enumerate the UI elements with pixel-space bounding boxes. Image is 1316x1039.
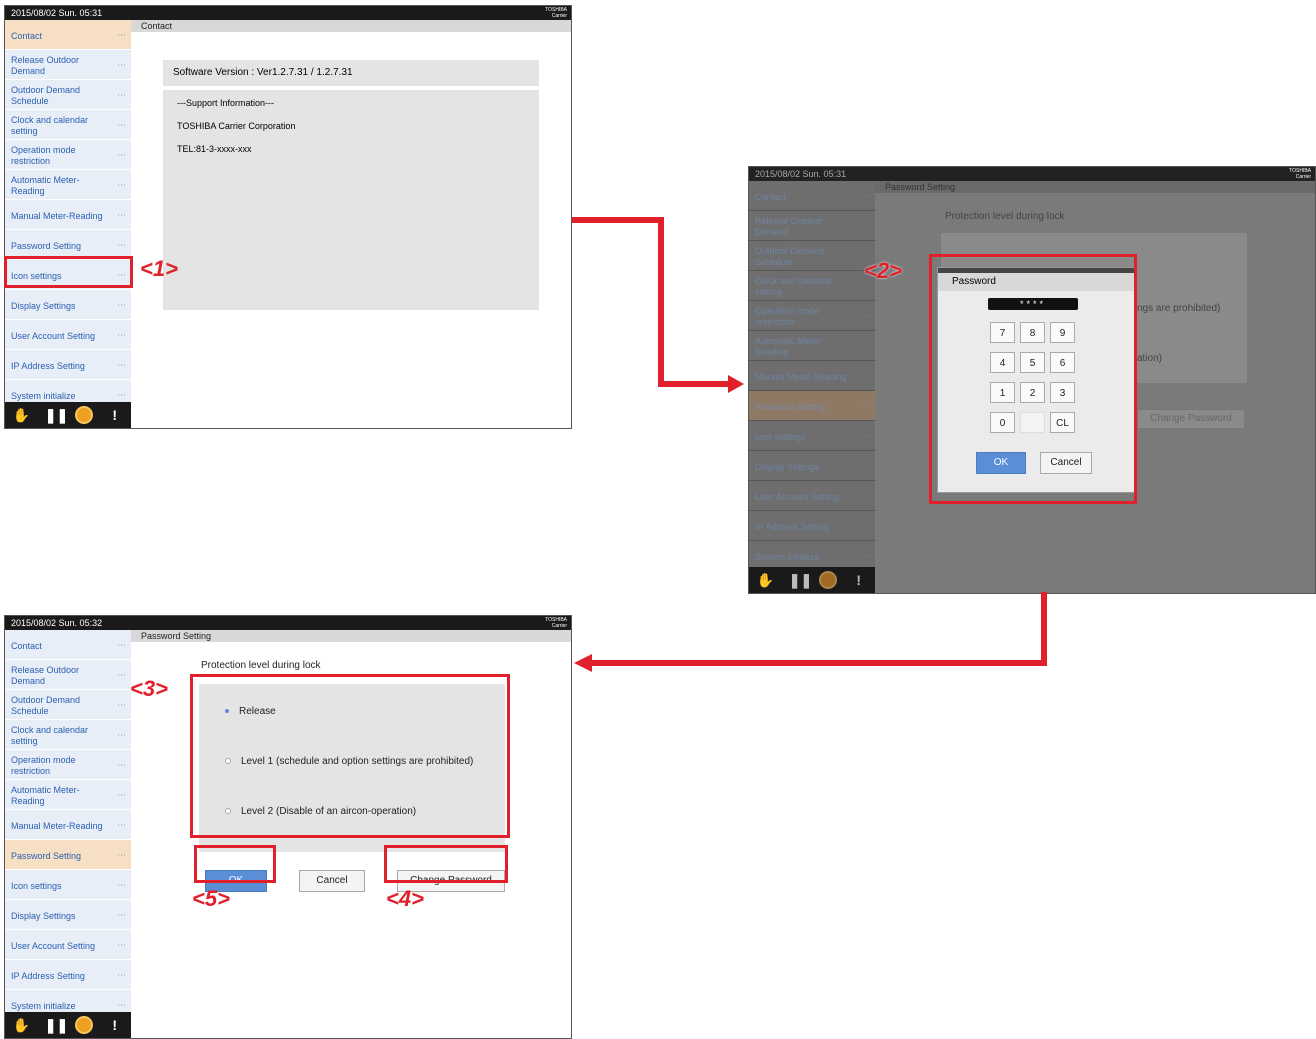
software-version: Software Version : Ver1.2.7.31 / 1.2.7.3… <box>173 67 353 78</box>
alert-icon[interactable]: ! <box>106 1017 124 1033</box>
page-title: Password Setting <box>875 181 1315 193</box>
pause-icon[interactable]: ❚❚ <box>789 572 812 589</box>
status-bar: 2015/08/02 Sun. 05:31 TOSHIBA Carrier <box>5 6 571 20</box>
sun-icon[interactable] <box>77 408 92 422</box>
sidebar-item-icon-settings[interactable]: Icon settings ··· <box>749 421 875 451</box>
hand-icon[interactable]: ✋ <box>12 1017 30 1034</box>
arrow-segment <box>658 381 730 387</box>
bottom-icon-bar: ✋ ❚❚ ! <box>5 1012 131 1038</box>
arrow-head-icon <box>728 375 744 393</box>
arrow-segment <box>572 217 664 223</box>
sidebar-item-contact[interactable]: Contact ··· <box>749 181 875 211</box>
cancel-button[interactable]: Cancel <box>299 870 365 892</box>
support-company: TOSHIBA Carrier Corporation <box>177 121 296 131</box>
page-title: Password Setting <box>131 630 571 642</box>
sidebar-item-operation-mode[interactable]: Operation mode restriction ··· <box>5 140 131 170</box>
callout-4: <4> <box>386 886 424 911</box>
sidebar-item-auto-meter[interactable]: Automatic Meter-Reading ··· <box>5 170 131 200</box>
datetime: 2015/08/02 Sun. 05:31 <box>11 8 103 18</box>
sidebar-item-password[interactable]: Password Setting ··· <box>5 840 131 870</box>
sidebar-item-manual-meter[interactable]: Manual Meter-Reading ··· <box>5 810 131 840</box>
sidebar-item-outdoor-demand-schedule[interactable]: Outdoor Demand Schedule ··· <box>749 241 875 271</box>
protection-label: Protection level during lock <box>945 211 1065 222</box>
sidebar-item-manual-meter[interactable]: Manual Meter-Reading ··· <box>5 200 131 230</box>
sidebar-item-user-account[interactable]: User Account Setting ··· <box>749 481 875 511</box>
sidebar-item-release-outdoor-demand[interactable]: Release Outdoor Demand ··· <box>749 211 875 241</box>
sidebar-item-display[interactable]: Display Settings ··· <box>5 900 131 930</box>
sidebar: Contact ··· Release Outdoor Demand ··· Out… <box>5 630 131 1038</box>
sidebar: Contact ··· Release Outdoor Demand ··· Out… <box>5 20 131 428</box>
status-bar: 2015/08/02 Sun. 05:31 TOSHIBA Carrier <box>749 167 1315 181</box>
sidebar-item-display[interactable]: Display Settings ··· <box>5 290 131 320</box>
sun-icon[interactable] <box>821 573 836 587</box>
hand-icon[interactable]: ✋ <box>756 572 774 589</box>
highlight-change-password-button <box>384 845 508 883</box>
highlight-ok-button <box>194 845 276 883</box>
sidebar-item-auto-meter[interactable]: Automatic Meter-Reading ··· <box>749 331 875 361</box>
datetime: 2015/08/02 Sun. 05:31 <box>755 169 847 179</box>
highlight-password-dialog <box>929 254 1137 504</box>
callout-1: <1> <box>140 256 178 281</box>
sidebar-item-display[interactable]: Display Settings ··· <box>749 451 875 481</box>
sidebar-item-icon-settings[interactable]: Icon settings ··· <box>5 870 131 900</box>
sidebar-item-clock-calendar[interactable]: Clock and calendar setting ··· <box>5 720 131 750</box>
sidebar-item-contact[interactable]: Contact ··· <box>5 630 131 660</box>
arrow-segment <box>658 217 664 387</box>
pause-icon[interactable]: ❚❚ <box>45 407 68 424</box>
alert-icon[interactable]: ! <box>106 407 124 423</box>
software-version-panel: Software Version : Ver1.2.7.31 / 1.2.7.3… <box>163 60 539 86</box>
sidebar-item-user-account[interactable]: User Account Setting ··· <box>5 320 131 350</box>
highlight-icon-settings <box>4 256 133 288</box>
sidebar-item-password[interactable]: Password Setting ··· <box>749 391 875 421</box>
support-info-panel: ---Support Information--- TOSHIBA Carrie… <box>163 90 539 310</box>
callout-2: <2> <box>864 258 902 283</box>
support-header: ---Support Information--- <box>177 98 275 108</box>
hand-icon[interactable]: ✋ <box>12 407 30 424</box>
bottom-icon-bar: ✋ ❚❚ ! <box>749 567 875 593</box>
brand-logo: TOSHIBA Carrier <box>545 617 567 629</box>
sidebar-item-clock-calendar[interactable]: Clock and calendar setting ··· <box>5 110 131 140</box>
sidebar-item-auto-meter[interactable]: Automatic Meter-Reading ··· <box>5 780 131 810</box>
status-bar: 2015/08/02 Sun. 05:32 TOSHIBA Carrier <box>5 616 571 630</box>
datetime: 2015/08/02 Sun. 05:32 <box>11 618 103 628</box>
sidebar-item-outdoor-demand-schedule[interactable]: Outdoor Demand Schedule ··· <box>5 80 131 110</box>
sidebar-item-outdoor-demand-schedule[interactable]: Outdoor Demand Schedule ··· <box>5 690 131 720</box>
sidebar-item-operation-mode[interactable]: Operation mode restriction ··· <box>5 750 131 780</box>
screen-contact: 2015/08/02 Sun. 05:31 TOSHIBA Carrier Con… <box>4 5 572 429</box>
arrow-head-icon <box>574 654 592 672</box>
sidebar-item-user-account[interactable]: User Account Setting ··· <box>5 930 131 960</box>
sidebar-item-contact[interactable]: Contact ··· <box>5 20 131 50</box>
sidebar-item-ip-address[interactable]: IP Address Setting ··· <box>749 511 875 541</box>
arrow-segment <box>1041 592 1047 666</box>
pause-icon[interactable]: ❚❚ <box>45 1017 68 1034</box>
level2-text-tail: ation) <box>1137 353 1163 364</box>
brand-logo: TOSHIBA Carrier <box>1289 168 1311 180</box>
sidebar: Contact ··· Release Outdoor Demand ··· Out… <box>749 181 875 593</box>
sidebar-item-ip-address[interactable]: IP Address Setting ··· <box>5 960 131 990</box>
sidebar-item-ip-address[interactable]: IP Address Setting ··· <box>5 350 131 380</box>
change-password-button-dimmed: Change Password <box>1137 409 1245 429</box>
highlight-protection-options <box>190 674 510 838</box>
sidebar-item-release-outdoor-demand[interactable]: Release Outdoor Demand ··· <box>5 660 131 690</box>
sidebar-item-release-outdoor-demand[interactable]: Release Outdoor Demand ··· <box>5 50 131 80</box>
callout-5: <5> <box>192 886 230 911</box>
support-tel: TEL:81-3-xxxx-xxx <box>177 144 252 154</box>
contact-content: Software Version : Ver1.2.7.31 / 1.2.7.3… <box>131 32 571 428</box>
sidebar-item-manual-meter[interactable]: Manual Meter-Reading ··· <box>749 361 875 391</box>
protection-label: Protection level during lock <box>201 660 321 671</box>
page-title: Contact <box>131 20 571 32</box>
callout-3: <3> <box>130 676 168 701</box>
sidebar-item-clock-calendar[interactable]: Clock and calendar setting ··· <box>749 271 875 301</box>
sidebar-item-operation-mode[interactable]: Operation mode restriction ··· <box>749 301 875 331</box>
bottom-icon-bar: ✋ ❚❚ ! <box>5 402 131 428</box>
level1-text-tail: ngs are prohibited) <box>1137 303 1221 314</box>
sun-icon[interactable] <box>77 1018 92 1032</box>
brand-logo: TOSHIBA Carrier <box>545 7 567 19</box>
arrow-segment <box>590 660 1047 666</box>
alert-icon[interactable]: ! <box>850 572 868 588</box>
